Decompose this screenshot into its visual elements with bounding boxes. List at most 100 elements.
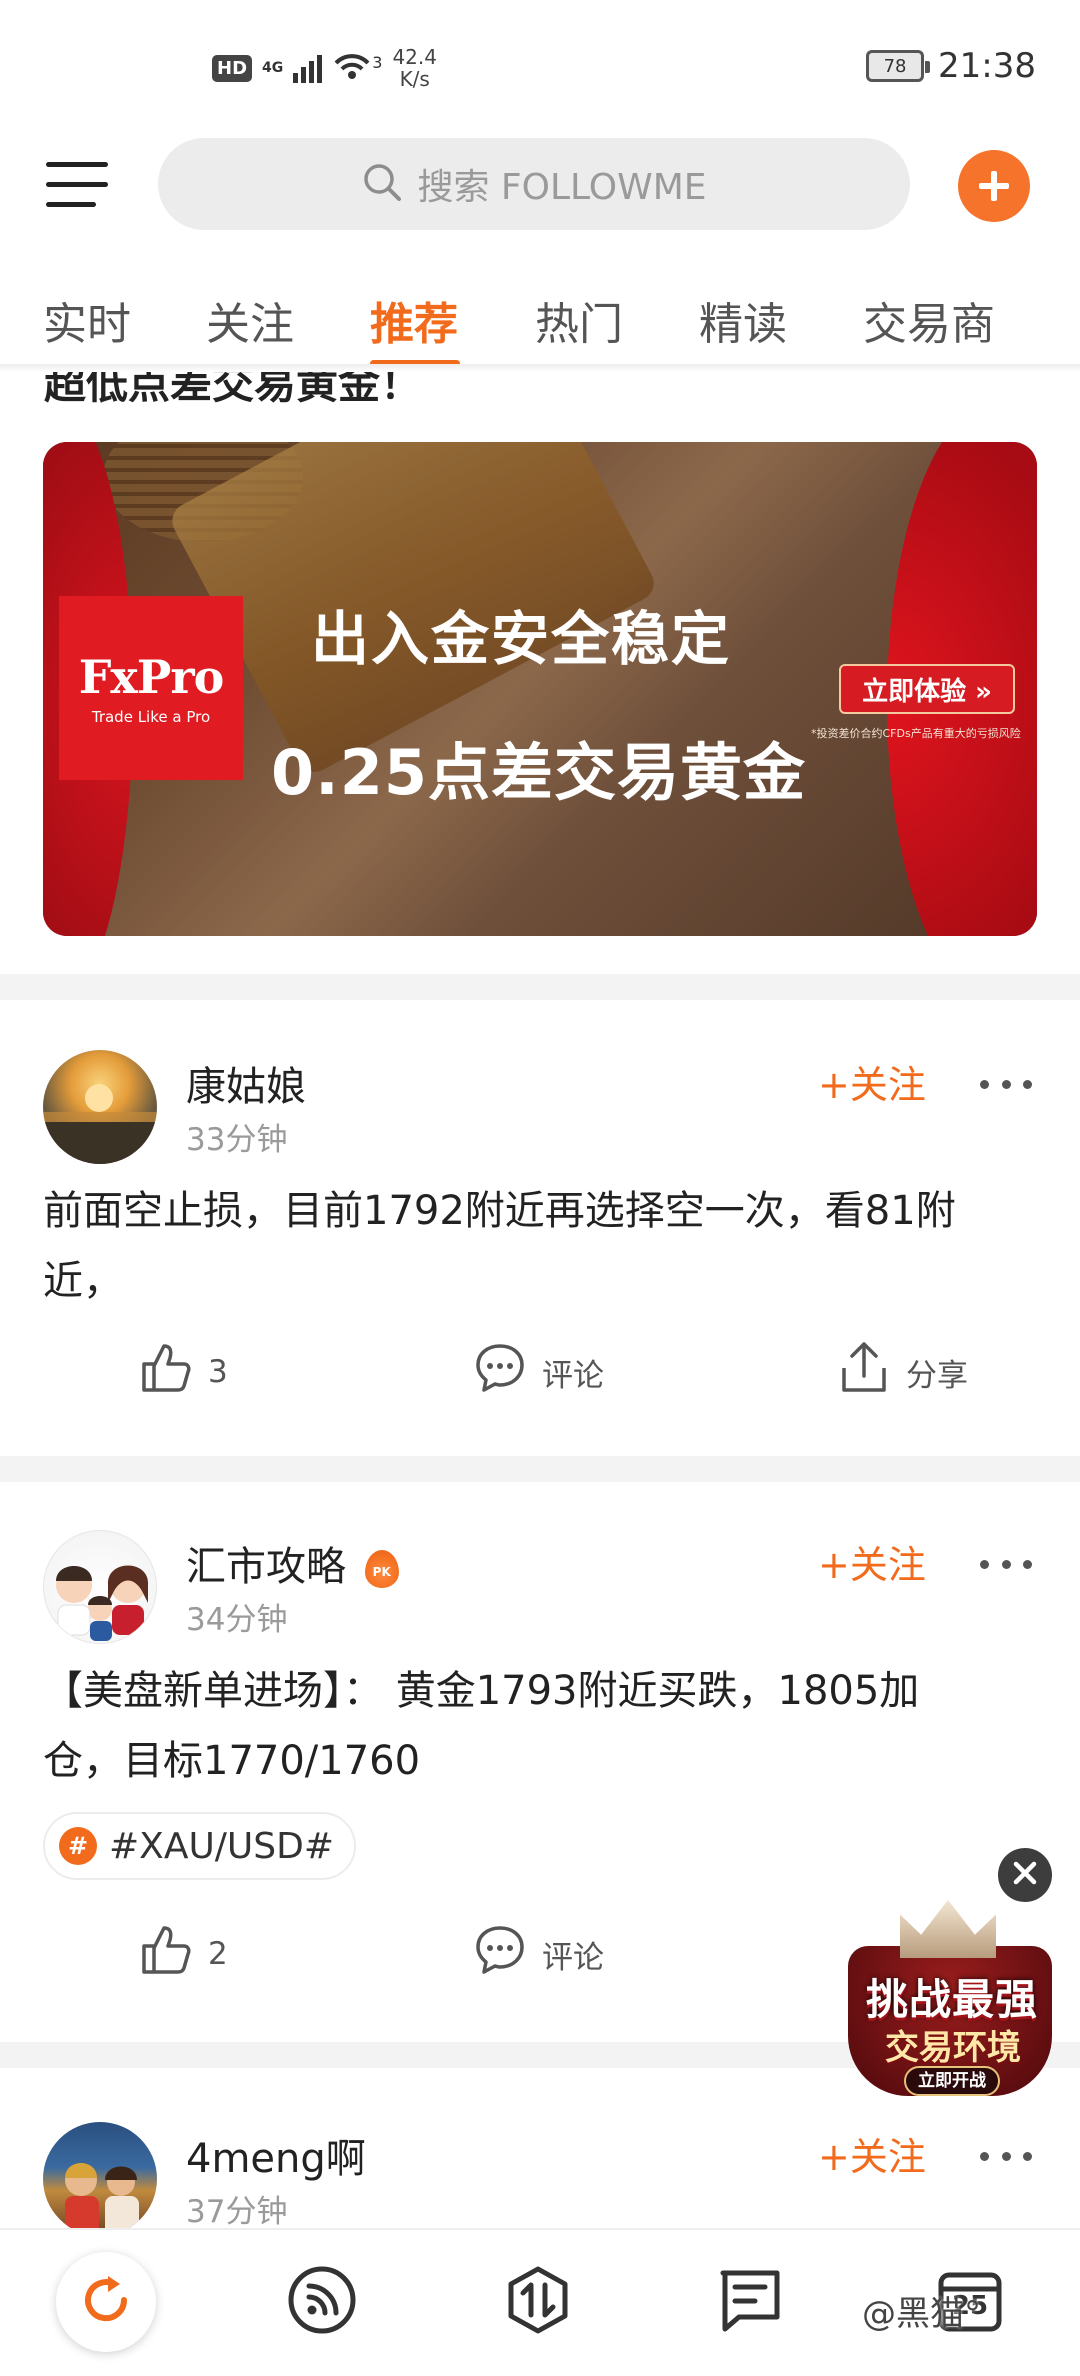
promo-cta[interactable]: 立即开战 [904, 2066, 1000, 2096]
hashtag-text: #XAU/USD# [109, 1825, 335, 1867]
like-button[interactable]: 3 [138, 1340, 228, 1404]
banner-cta-button[interactable]: 立即体验 » [839, 664, 1015, 714]
post-actions: 3 评论 分享 [0, 1340, 1080, 1400]
tab-hot[interactable]: 热门 [535, 288, 623, 352]
more-icon[interactable] [980, 1080, 1032, 1092]
avatar[interactable] [43, 1050, 157, 1164]
tab-following[interactable]: 关注 [206, 288, 294, 352]
floating-promo[interactable]: 挑战最强 交易环境 立即开战 [842, 1900, 1058, 2106]
status-right: 78 21:38 [866, 46, 1036, 86]
comment-button[interactable]: 评论 [472, 1922, 604, 1986]
comment-label: 评论 [542, 1939, 604, 1976]
battery-icon: 78 [866, 50, 931, 82]
search-bar[interactable]: 搜索 FOLLOWME [158, 138, 910, 230]
thumbs-up-icon [138, 1922, 194, 1986]
post-body-line-2: 近， [43, 1258, 123, 1304]
tab-recommended[interactable]: 推荐 [370, 288, 458, 352]
username[interactable]: 康姑娘 [186, 1054, 306, 1112]
menu-icon[interactable] [46, 154, 110, 214]
crown-icon [900, 1900, 996, 1958]
status-bar: HD 4G 3 42.4 K/s 78 21:38 [0, 0, 1080, 130]
fxpro-logo: FxPro Trade Like a Pro [59, 596, 243, 780]
like-count: 3 [208, 1354, 228, 1390]
search-placeholder: 搜索 FOLLOWME [417, 167, 707, 208]
avatar[interactable] [43, 1530, 157, 1644]
post-card[interactable]: 康姑娘 33分钟 +关注 前面空止损，目前1792附近再选择空一次，看81附 近… [0, 1000, 1080, 1394]
like-button[interactable]: 2 [138, 1922, 228, 1986]
bottom-nav: 25 @黑猫° [0, 2228, 1080, 2376]
more-icon[interactable] [980, 1560, 1032, 1572]
battery-level: 78 [883, 55, 907, 77]
post-body-line-1: 【美盘新单进场】： 黄金1793附近买跌，1805加 [43, 1668, 920, 1714]
network-speed: 42.4 K/s [392, 46, 437, 90]
post-card[interactable]: 汇市攻略 PK 34分钟 +关注 【美盘新单进场】： 黄金1793附近买跌，18… [0, 1482, 1080, 1976]
refresh-icon [76, 2270, 136, 2334]
comment-button[interactable]: 评论 [472, 1340, 604, 1404]
search-icon [361, 161, 403, 207]
clock: 21:38 [938, 46, 1036, 86]
follow-button[interactable]: +关注 [818, 1534, 926, 1589]
hd-badge: HD [212, 54, 253, 82]
feed-divider [0, 974, 1080, 1000]
close-promo-button[interactable] [998, 1848, 1052, 1902]
ad-title[interactable]: 超低点差交易黄金！ [44, 372, 422, 411]
thumbs-up-icon [138, 1340, 194, 1404]
hashtag-icon: # [59, 1827, 97, 1865]
fxpro-tagline: Trade Like a Pro [91, 708, 211, 726]
avatar[interactable] [43, 2122, 157, 2228]
close-icon [1012, 1860, 1038, 1890]
promo-line-1: 挑战最强 [865, 1975, 1038, 2024]
tab-realtime[interactable]: 实时 [43, 288, 131, 352]
tab-brokers[interactable]: 交易商 [863, 288, 995, 352]
more-icon[interactable] [980, 2152, 1032, 2164]
post-body-line-1: 前面空止损，目前1792附近再选择空一次，看81附 [43, 1188, 956, 1234]
pk-badge-icon: PK [364, 1550, 399, 1588]
message-icon [715, 2265, 785, 2339]
category-tabs: 实时 关注 推荐 热门 精读 交易商 [0, 272, 1080, 368]
trade-icon [503, 2265, 573, 2339]
follow-button[interactable]: +关注 [818, 1054, 926, 1109]
speed-value: 42.4 [392, 45, 437, 69]
follow-button[interactable]: +关注 [818, 2126, 926, 2181]
nav-refresh[interactable] [56, 2252, 156, 2352]
watermark: @黑猫° [862, 2294, 981, 2334]
post-time: 34分钟 [186, 1602, 288, 1638]
nav-messages[interactable] [700, 2252, 800, 2352]
post-time: 37分钟 [186, 2194, 288, 2228]
fxpro-logo-text: FxPro [78, 650, 225, 704]
username[interactable]: 4meng啊 [186, 2126, 366, 2184]
banner-headline-1: 出入金安全稳定 [311, 605, 732, 673]
top-header: 搜索 FOLLOWME [0, 130, 1080, 240]
post-body[interactable]: 【美盘新单进场】： 黄金1793附近买跌，1805加 仓，目标1770/1760 [43, 1656, 1033, 1796]
feed-divider [0, 1456, 1080, 1482]
speed-unit: K/s [399, 67, 430, 91]
tabs-shadow [0, 364, 1080, 372]
comment-label: 评论 [542, 1357, 604, 1394]
tab-featured[interactable]: 精读 [699, 288, 787, 352]
ad-banner[interactable]: FxPro Trade Like a Pro 出入金安全稳定 0.25点差交易黄… [43, 442, 1037, 936]
banner-disclaimer: *投资差价合约CFDs产品有重大的亏损风险 [811, 727, 1021, 740]
signal-icon [293, 53, 323, 83]
post-body[interactable]: 前面空止损，目前1792附近再选择空一次，看81附 近， [43, 1176, 1033, 1316]
banner-headline-2: 0.25点差交易黄金 [271, 736, 806, 809]
share-label: 分享 [906, 1357, 968, 1394]
promo-line-2: 交易环境 [885, 2028, 1021, 2068]
username[interactable]: 汇市攻略 PK [186, 1534, 399, 1592]
refresh-button-bg [56, 2252, 156, 2352]
share-button[interactable]: 分享 [836, 1340, 968, 1404]
username-text: 汇市攻略 [186, 1544, 346, 1590]
network-type: 4G [262, 60, 284, 76]
comment-icon [472, 1340, 528, 1404]
hashtag-chip[interactable]: # #XAU/USD# [43, 1812, 357, 1880]
comment-icon [472, 1922, 528, 1986]
wifi-icon [332, 49, 372, 87]
like-count: 2 [208, 1936, 228, 1972]
nav-feed[interactable] [272, 2252, 372, 2352]
feed-icon [287, 2265, 357, 2339]
status-left: HD 4G 3 42.4 K/s [212, 46, 437, 90]
post-time: 33分钟 [186, 1122, 288, 1158]
add-button[interactable] [958, 150, 1030, 222]
nav-trade[interactable] [488, 2252, 588, 2352]
post-body-line-2: 仓，目标1770/1760 [43, 1738, 421, 1784]
wifi-badge: 3 [372, 52, 383, 72]
